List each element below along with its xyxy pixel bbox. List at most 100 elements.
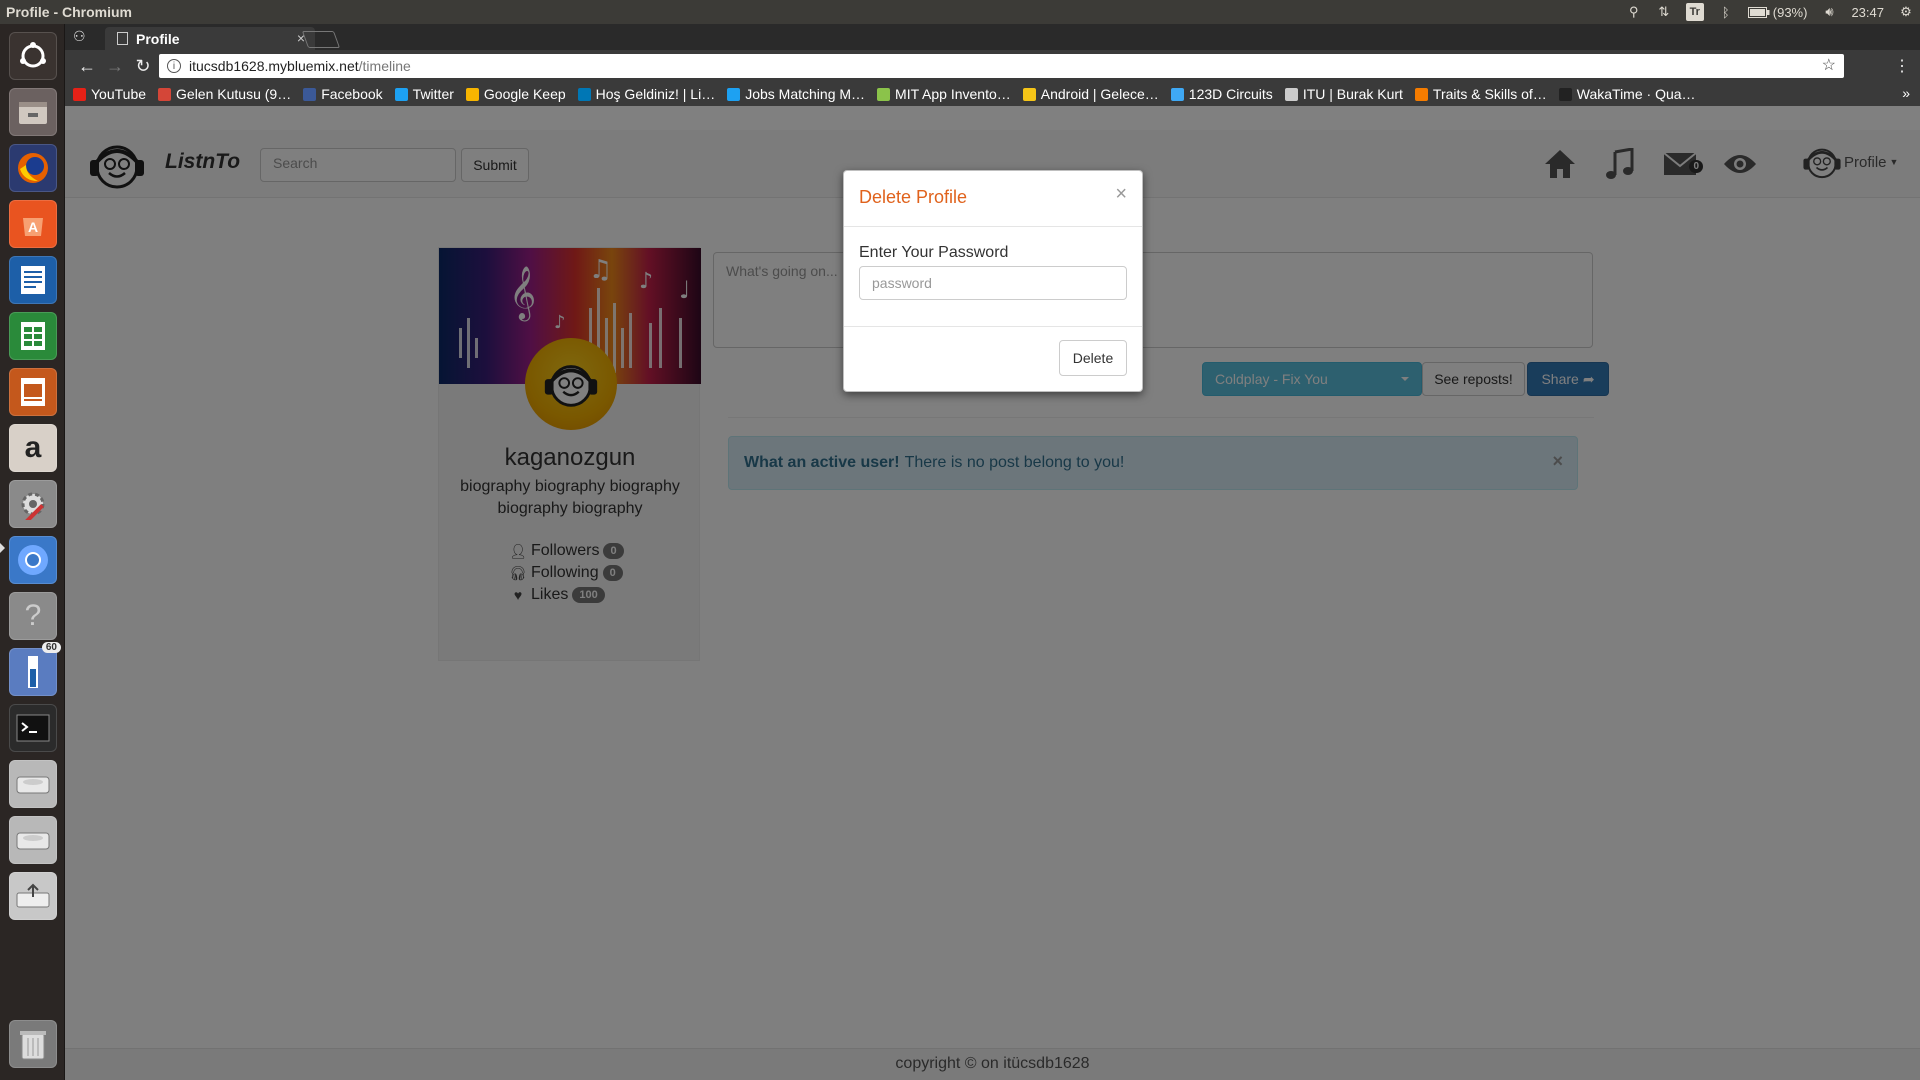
bookmark-favicon-icon [465, 87, 479, 101]
bookmarks-overflow-icon[interactable]: » [1902, 85, 1910, 101]
bookmark-item[interactable]: Gelen Kutusu (9… [158, 86, 291, 102]
bookmark-label: Traits & Skills of… [1432, 86, 1547, 102]
bookmark-favicon-icon [727, 87, 741, 101]
bookmark-star-icon[interactable]: ☆ [1822, 55, 1836, 75]
bookmark-favicon-icon [158, 87, 172, 101]
bookmark-favicon-icon [73, 87, 86, 101]
bookmark-item[interactable]: Twitter [394, 86, 454, 102]
password-field[interactable]: password [859, 266, 1127, 300]
bookmark-favicon-icon [1558, 87, 1572, 101]
forward-arrow-icon[interactable]: → [101, 56, 129, 77]
system-settings-icon[interactable] [9, 480, 57, 528]
ubuntu-dash-icon[interactable] [9, 32, 57, 80]
battery-percent: (93%) [1772, 4, 1808, 20]
trash-icon[interactable] [9, 1020, 57, 1068]
browser-toolbar: ← → ↻ i itucsdb1628.mybluemix.net/timeli… [65, 50, 1920, 82]
files-icon[interactable] [9, 88, 57, 136]
chromium-window: ⚇ Profile × ← → ↻ i itucsdb1628.mybluemi… [65, 24, 1920, 1080]
bookmarks-bar: YouTube Gelen Kutusu (9… Facebook Twitter Go… [65, 82, 1920, 106]
bookmark-label: Facebook [321, 86, 383, 102]
browser-menu-icon[interactable]: ⋮ [1894, 56, 1910, 76]
bookmark-favicon-icon [577, 87, 591, 101]
tab-title: Profile [136, 30, 180, 47]
bookmark-item[interactable]: Android | Gelece… [1022, 86, 1159, 102]
impress-icon[interactable] [9, 368, 57, 416]
modal-body: Enter Your Password password [844, 227, 1142, 327]
launcher-badge: 60 [41, 642, 61, 653]
software-center-icon[interactable]: A [9, 200, 57, 248]
writer-icon[interactable] [9, 256, 57, 304]
tab-strip: ⚇ Profile × [65, 24, 1920, 50]
window-title: Profile - Chromium [6, 4, 133, 20]
address-bar[interactable]: i itucsdb1628.mybluemix.net/timeline ☆ [159, 54, 1844, 78]
settings-gear-icon[interactable]: ⚙ [1898, 4, 1914, 20]
back-arrow-icon[interactable]: ← [73, 56, 101, 77]
usb-drive-icon[interactable] [9, 872, 57, 920]
bookmark-favicon-icon [1414, 87, 1428, 101]
bookmark-favicon-icon [877, 87, 891, 101]
bookmark-item[interactable]: 123D Circuits [1170, 86, 1273, 102]
bookmark-label: Android | Gelece… [1040, 86, 1159, 102]
bookmark-label: Hoş Geldiniz! | Li… [595, 86, 716, 102]
bookmark-favicon-icon [303, 87, 317, 101]
delete-button[interactable]: Delete [1059, 340, 1127, 376]
incognito-icon: ⚇ [73, 28, 86, 44]
url-host: itucsdb1628.mybluemix.net [189, 58, 359, 74]
network-updown-icon[interactable]: ⇅ [1656, 4, 1672, 20]
launcher-active-pip [0, 543, 5, 553]
close-icon[interactable]: × [1115, 183, 1127, 206]
bookmark-favicon-icon [1170, 87, 1184, 101]
svg-text:A: A [28, 219, 38, 235]
reload-icon[interactable]: ↻ [129, 56, 157, 77]
page-icon [117, 32, 128, 45]
clock[interactable]: 23:47 [1851, 5, 1884, 20]
modal-header: Delete Profile × [844, 171, 1142, 227]
tab-profile[interactable]: Profile × [105, 27, 315, 50]
unity-launcher: A a ? 60 [0, 24, 65, 1080]
new-tab-button[interactable] [301, 31, 341, 48]
bookmark-item[interactable]: Hoş Geldiniz! | Li… [577, 86, 716, 102]
bookmark-item[interactable]: YouTube [73, 86, 146, 102]
amazon-icon[interactable]: a [9, 424, 57, 472]
bookmark-favicon-icon [1284, 87, 1298, 101]
bookmark-label: ITU | Burak Kurt [1302, 86, 1403, 102]
bookmark-label: Jobs Matching M… [745, 86, 866, 102]
chromium-mini-icon[interactable]: ⚲ [1626, 4, 1642, 20]
password-label: Enter Your Password [859, 244, 1009, 261]
battery-indicator[interactable]: (93%) [1747, 4, 1808, 20]
battery-icon [1747, 6, 1770, 18]
calc-icon[interactable] [9, 312, 57, 360]
site-info-icon[interactable]: i [167, 59, 181, 73]
bookmark-label: WakaTime · Qua… [1576, 86, 1696, 102]
bookmark-label: Twitter [412, 86, 454, 102]
bookmark-label: Google Keep [483, 86, 566, 102]
url-path: /timeline [358, 58, 411, 74]
bookmark-item[interactable]: Google Keep [465, 86, 566, 102]
bookmark-item[interactable]: MIT App Invento… [877, 86, 1011, 102]
firefox-icon[interactable] [9, 144, 57, 192]
os-top-panel: Profile - Chromium ⚲ ⇅ Tr ᛒ (93%) 🔊︎ 23:… [0, 0, 1920, 24]
help-icon[interactable]: ? [9, 592, 57, 640]
system-monitor-icon[interactable]: 60 [9, 642, 61, 696]
modal-title: Delete Profile [859, 187, 968, 207]
bluetooth-icon[interactable]: ᛒ [1718, 4, 1734, 20]
disk-icon[interactable] [9, 760, 57, 808]
disk-icon[interactable] [9, 816, 57, 864]
bookmark-label: YouTube [91, 86, 147, 102]
bookmark-label: MIT App Invento… [895, 86, 1011, 102]
volume-icon[interactable]: 🔊︎ [1821, 4, 1837, 20]
bookmark-label: Gelen Kutusu (9… [176, 86, 292, 102]
system-tray: ⚲ ⇅ Tr ᛒ (93%) 🔊︎ 23:47 ⚙ [1626, 0, 1914, 24]
bookmark-favicon-icon [1022, 87, 1036, 101]
delete-profile-modal: Delete Profile × Enter Your Password pas… [843, 170, 1143, 392]
bookmark-item[interactable]: Jobs Matching M… [727, 86, 865, 102]
terminal-icon[interactable] [9, 704, 57, 752]
bookmark-item[interactable]: Facebook [303, 86, 383, 102]
page-viewport: ListnTo Search Submit 0 [65, 130, 1920, 1080]
bookmark-item[interactable]: ITU | Burak Kurt [1284, 86, 1403, 102]
modal-footer: Delete [844, 327, 1142, 391]
chromium-icon[interactable] [9, 536, 57, 584]
bookmark-item[interactable]: Traits & Skills of… [1414, 86, 1547, 102]
bookmark-item[interactable]: WakaTime · Qua… [1558, 86, 1696, 102]
keyboard-layout-icon[interactable]: Tr [1685, 3, 1704, 21]
